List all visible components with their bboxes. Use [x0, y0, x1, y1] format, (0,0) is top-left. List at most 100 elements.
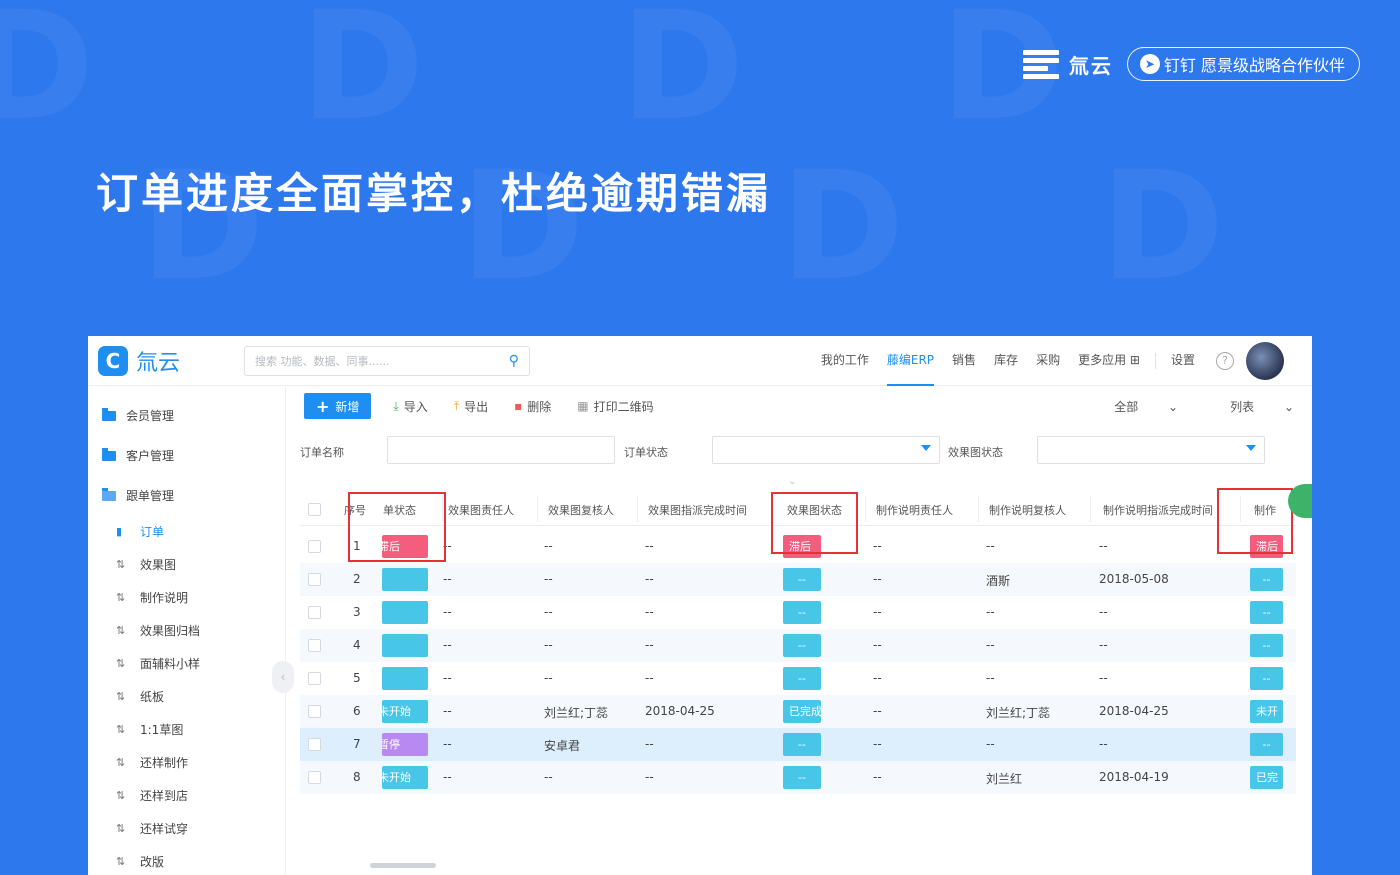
import-button[interactable]: ⤓ 导入	[393, 398, 427, 415]
header-render-reviewer[interactable]: 效果图复核人	[548, 502, 614, 518]
table-row[interactable]: 3 -- -- -- -- -- -- -- --	[300, 596, 1296, 629]
select-all-checkbox[interactable]	[308, 503, 321, 516]
delete-button[interactable]: ▪ 删除	[514, 398, 551, 415]
render-status-tag[interactable]: --	[783, 601, 821, 624]
header-instruction-due[interactable]: 制作说明指派完成时间	[1103, 502, 1213, 518]
header-render-owner[interactable]: 效果图责任人	[448, 502, 514, 518]
chevron-down-icon: ⌄	[1168, 399, 1179, 414]
instruction-reviewer-cell: --	[986, 605, 995, 619]
help-icon[interactable]: ?	[1216, 351, 1234, 370]
making-status-tag[interactable]: --	[1250, 733, 1283, 756]
expand-filters-icon[interactable]: ⌄	[788, 476, 796, 487]
row-checkbox[interactable]	[308, 606, 321, 619]
table-row[interactable]: 7 暂停 -- 安卓君 -- -- -- -- -- --	[300, 728, 1296, 761]
print-qr-button[interactable]: ▦ 打印二维码	[577, 398, 653, 415]
table-row[interactable]: 8 未开始 -- -- -- -- -- 刘兰红 2018-04-19 已完	[300, 761, 1296, 794]
render-status-tag[interactable]: --	[783, 733, 821, 756]
table-row[interactable]: 6 未开始 -- 刘兰红;丁蕊 2018-04-25 已完成 -- 刘兰红;丁蕊 2018-04…	[300, 695, 1296, 728]
sidebar-item-sample-fitting[interactable]: ⇅ 还样试穿	[116, 820, 188, 837]
order-status-tag[interactable]	[382, 634, 428, 657]
app-logo[interactable]: C 氚云	[98, 345, 238, 377]
scope-select[interactable]: 全部 ⌄	[1088, 398, 1178, 415]
nav-inventory[interactable]: 库存	[994, 336, 1018, 386]
order-status-tag[interactable]: 暂停	[382, 733, 428, 756]
scope-label: 全部	[1114, 399, 1139, 414]
sidebar-collapse-handle[interactable]: ‹	[272, 661, 294, 693]
sidebar-item-render-archive[interactable]: ⇅ 效果图归档	[116, 622, 200, 639]
order-status-select[interactable]	[712, 436, 940, 464]
trash-icon: ▪	[514, 399, 523, 413]
view-select[interactable]: 列表 ⌄	[1204, 398, 1294, 415]
render-status-tag[interactable]: --	[783, 568, 821, 591]
order-status-label: 订单状态	[624, 446, 668, 459]
row-checkbox[interactable]	[308, 771, 321, 784]
folder-open-icon	[102, 487, 116, 501]
render-owner-cell: --	[443, 671, 452, 685]
order-status-tag[interactable]: 未开始	[382, 766, 428, 789]
headline: 订单进度全面掌控，杜绝逾期错漏	[96, 169, 772, 218]
header-render-due[interactable]: 效果图指派完成时间	[648, 502, 747, 518]
making-status-tag[interactable]: --	[1250, 601, 1283, 624]
table-row[interactable]: 4 -- -- -- -- -- -- -- --	[300, 629, 1296, 662]
render-status-tag[interactable]: --	[783, 667, 821, 690]
new-button[interactable]: + 新增	[304, 393, 372, 419]
header-instruction-reviewer[interactable]: 制作说明复核人	[989, 502, 1066, 518]
nav-my-work[interactable]: 我的工作	[821, 336, 869, 386]
order-status-tag[interactable]: 未开始	[382, 700, 428, 723]
render-status-label: 效果图状态	[948, 446, 1003, 459]
search-icon[interactable]: ⚲	[509, 353, 519, 369]
render-owner-cell: --	[443, 638, 452, 652]
making-status-tag[interactable]: 已完	[1250, 766, 1283, 789]
sidebar-group-tracking[interactable]: 跟单管理	[102, 487, 174, 504]
avatar[interactable]	[1246, 341, 1284, 380]
partner-badge: ➤ 钉钉 愿景级战略合作伙伴	[1126, 47, 1360, 81]
header-instruction-owner[interactable]: 制作说明责任人	[876, 502, 953, 518]
row-checkbox[interactable]	[308, 639, 321, 652]
render-status-select[interactable]	[1037, 436, 1265, 464]
sort-icon: ⇅	[116, 591, 126, 604]
sidebar-group-customers[interactable]: 客户管理	[102, 447, 174, 464]
row-checkbox[interactable]	[308, 705, 321, 718]
sidebar-item-material-samples[interactable]: ⇅ 面辅料小样	[116, 655, 200, 672]
row-checkbox[interactable]	[308, 672, 321, 685]
render-status-tag[interactable]: 已完成	[783, 700, 821, 723]
sidebar-item-sample-making[interactable]: ⇅ 还样制作	[116, 754, 188, 771]
sidebar-item-sketch[interactable]: ⇅ 1:1草图	[116, 721, 183, 738]
sidebar-item-cardboard[interactable]: ⇅ 纸板	[116, 688, 164, 705]
sidebar-item-revision[interactable]: ⇅ 改版	[116, 853, 164, 870]
making-status-tag[interactable]: --	[1250, 568, 1283, 591]
render-status-tag[interactable]: --	[783, 766, 821, 789]
row-checkbox[interactable]	[308, 573, 321, 586]
sidebar-group-label: 会员管理	[126, 409, 175, 423]
order-name-input[interactable]	[387, 436, 615, 464]
order-status-tag[interactable]	[382, 667, 428, 690]
order-status-tag[interactable]	[382, 568, 428, 591]
nav-erp[interactable]: 藤编ERP	[886, 336, 935, 386]
row-checkbox[interactable]	[308, 738, 321, 751]
qr-icon: ▦	[577, 399, 589, 413]
nav-more-apps[interactable]: 更多应用 ⊞	[1078, 336, 1140, 386]
sidebar-item-renders[interactable]: ⇅ 效果图	[116, 556, 176, 573]
search-input[interactable]: 搜索 功能、数据、同事...... ⚲	[244, 345, 530, 376]
app-logo-icon: C	[98, 345, 128, 376]
order-status-tag[interactable]	[382, 601, 428, 624]
nav-settings[interactable]: 设置	[1171, 336, 1195, 386]
table-row[interactable]: 5 -- -- -- -- -- -- -- --	[300, 662, 1296, 695]
making-status-tag[interactable]: --	[1250, 634, 1283, 657]
caret-down-icon	[921, 445, 931, 451]
nav-purchase[interactable]: 采购	[1036, 336, 1060, 386]
horizontal-scrollbar[interactable]	[370, 863, 436, 868]
sidebar-item-orders[interactable]: ▮ 订单	[116, 523, 164, 540]
render-status-tag[interactable]: --	[783, 634, 821, 657]
column-divider	[537, 496, 538, 522]
sidebar-item-instructions[interactable]: ⇅ 制作说明	[116, 589, 188, 606]
making-status-tag[interactable]: --	[1250, 667, 1283, 690]
making-status-tag[interactable]: 未开	[1250, 700, 1283, 723]
row-checkbox[interactable]	[308, 540, 321, 553]
nav-sales[interactable]: 销售	[952, 336, 976, 386]
sidebar-group-members[interactable]: 会员管理	[102, 407, 174, 424]
export-button[interactable]: ⤒ 导出	[454, 398, 488, 415]
table-row[interactable]: 2 -- -- -- -- -- 酒斯 2018-05-08 --	[300, 563, 1296, 596]
sidebar-item-label: 纸板	[140, 690, 165, 704]
sidebar-item-sample-arrival[interactable]: ⇅ 还样到店	[116, 787, 188, 804]
